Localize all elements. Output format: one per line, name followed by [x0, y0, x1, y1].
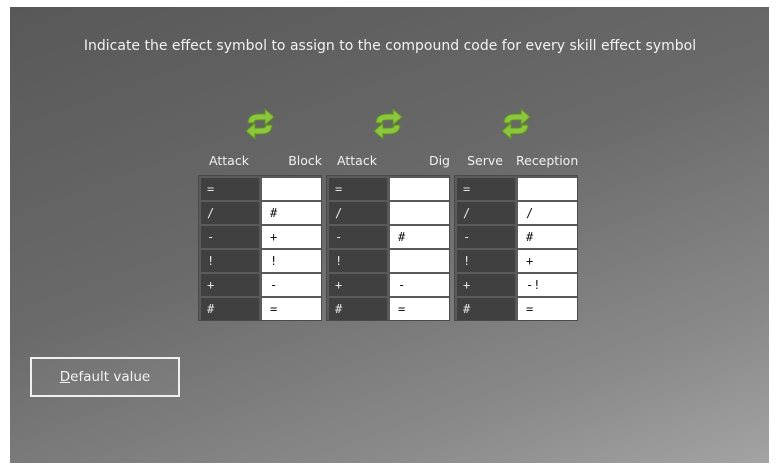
- table-row: + -: [329, 274, 449, 296]
- target-symbol-input[interactable]: -: [390, 274, 449, 296]
- target-symbol-input[interactable]: -: [262, 274, 321, 296]
- source-symbol: /: [457, 202, 515, 224]
- header-block: Block: [288, 153, 322, 168]
- source-symbol: #: [329, 298, 387, 320]
- header-serve: Serve: [467, 153, 503, 168]
- mapping-table: = / / - # ! + + -! # =: [454, 175, 578, 321]
- source-symbol: !: [201, 250, 259, 272]
- table-row: - +: [201, 226, 321, 248]
- target-symbol-input[interactable]: /: [518, 202, 577, 224]
- table-row: =: [457, 178, 577, 200]
- source-symbol: =: [329, 178, 387, 200]
- source-symbol: #: [201, 298, 259, 320]
- target-symbol-input[interactable]: [390, 250, 449, 272]
- target-symbol-input[interactable]: #: [262, 202, 321, 224]
- target-symbol-input[interactable]: [390, 178, 449, 200]
- target-symbol-input[interactable]: !: [262, 250, 321, 272]
- source-symbol: !: [329, 250, 387, 272]
- source-symbol: -: [329, 226, 387, 248]
- mapping-table: = / # - + ! ! + - # =: [198, 175, 322, 321]
- table-row: # =: [457, 298, 577, 320]
- source-symbol: =: [201, 178, 259, 200]
- target-symbol-input[interactable]: =: [518, 298, 577, 320]
- swap-arrows-icon[interactable]: [370, 107, 406, 141]
- target-symbol-input[interactable]: =: [262, 298, 321, 320]
- default-button-label: efault value: [70, 369, 151, 385]
- table-row: + -: [201, 274, 321, 296]
- mapping-table: = / - # ! + - # =: [326, 175, 450, 321]
- instruction-text: Indicate the effect symbol to assign to …: [83, 38, 697, 54]
- source-symbol: +: [457, 274, 515, 296]
- target-symbol-input[interactable]: [262, 178, 321, 200]
- table-row: - #: [457, 226, 577, 248]
- header-attack: Attack: [209, 153, 249, 168]
- target-symbol-input[interactable]: #: [390, 226, 449, 248]
- source-symbol: +: [201, 274, 259, 296]
- source-symbol: !: [457, 250, 515, 272]
- table-row: !: [329, 250, 449, 272]
- table-row: # =: [201, 298, 321, 320]
- header-dig: Dig: [428, 153, 450, 168]
- table-row: ! +: [457, 250, 577, 272]
- default-value-button[interactable]: Default value: [30, 357, 180, 397]
- source-symbol: /: [329, 202, 387, 224]
- target-symbol-input[interactable]: [518, 178, 577, 200]
- table-row: =: [329, 178, 449, 200]
- target-symbol-input[interactable]: +: [262, 226, 321, 248]
- target-symbol-input[interactable]: -!: [518, 274, 577, 296]
- table-row: / #: [201, 202, 321, 224]
- table-row: /: [329, 202, 449, 224]
- table-row: - #: [329, 226, 449, 248]
- source-symbol: #: [457, 298, 515, 320]
- source-symbol: -: [457, 226, 515, 248]
- settings-panel: Indicate the effect symbol to assign to …: [10, 7, 769, 463]
- target-symbol-input[interactable]: #: [518, 226, 577, 248]
- table-row: ! !: [201, 250, 321, 272]
- source-symbol: -: [201, 226, 259, 248]
- header-attack: Attack: [337, 153, 377, 168]
- table-row: / /: [457, 202, 577, 224]
- target-symbol-input[interactable]: +: [518, 250, 577, 272]
- table-row: # =: [329, 298, 449, 320]
- header-reception: Reception: [516, 153, 579, 168]
- target-symbol-input[interactable]: =: [390, 298, 449, 320]
- swap-arrows-icon[interactable]: [242, 107, 278, 141]
- source-symbol: +: [329, 274, 387, 296]
- source-symbol: =: [457, 178, 515, 200]
- default-button-mnemonic: D: [59, 369, 71, 385]
- swap-arrows-icon[interactable]: [498, 107, 534, 141]
- target-symbol-input[interactable]: [390, 202, 449, 224]
- table-row: =: [201, 178, 321, 200]
- table-row: + -!: [457, 274, 577, 296]
- source-symbol: /: [201, 202, 259, 224]
